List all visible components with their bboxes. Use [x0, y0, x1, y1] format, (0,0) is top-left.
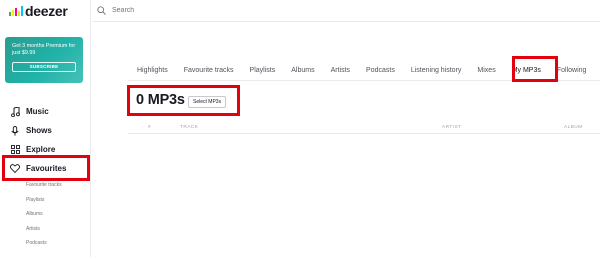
table-header: # TRACK ARTIST ALBUM — [128, 122, 600, 134]
promo-text: Get 3 months Premium for just $9.99 — [12, 43, 76, 56]
search-icon[interactable] — [97, 2, 106, 20]
column-album[interactable]: ALBUM — [564, 125, 583, 130]
nav-item-music[interactable]: Music — [0, 102, 91, 121]
sidebar: deezer Get 3 months Premium for just $9.… — [0, 0, 91, 257]
tab-playlists[interactable]: Playlists — [250, 67, 276, 74]
column-number: # — [148, 125, 152, 130]
search-input[interactable] — [112, 7, 312, 14]
column-track[interactable]: TRACK — [180, 125, 198, 130]
favourites-highlight — [2, 155, 90, 181]
tab-artists[interactable]: Artists — [331, 67, 350, 74]
nav-label: Explore — [26, 145, 56, 154]
tab-listening-history[interactable]: Listening history — [411, 67, 462, 74]
deezer-logo[interactable]: deezer — [9, 3, 68, 19]
sub-item-albums[interactable]: Albums — [26, 207, 91, 222]
tab-podcasts[interactable]: Podcasts — [366, 67, 395, 74]
title-highlight — [127, 85, 240, 116]
tab-following[interactable]: Following — [557, 67, 587, 74]
microphone-icon — [10, 125, 20, 136]
tab-mixes[interactable]: Mixes — [477, 67, 495, 74]
logo-bars-icon — [9, 6, 23, 16]
tab-highlights[interactable]: Highlights — [137, 67, 168, 74]
my-mp3s-highlight — [512, 56, 558, 82]
sub-item-podcasts[interactable]: Podcasts — [26, 236, 91, 251]
nav-label: Music — [26, 107, 49, 116]
subscribe-button[interactable]: SUBSCRIBE — [12, 62, 76, 72]
nav-label: Shows — [26, 126, 52, 135]
sub-item-playlists[interactable]: Playlists — [26, 193, 91, 208]
sub-item-artists[interactable]: Artists — [26, 222, 91, 237]
nav-item-shows[interactable]: Shows — [0, 121, 91, 140]
top-bar — [92, 0, 600, 22]
favourites-submenu: Favourite tracks Playlists Albums Artist… — [0, 178, 91, 251]
grid-icon — [10, 145, 20, 155]
music-note-icon — [10, 106, 20, 117]
tab-albums[interactable]: Albums — [291, 67, 314, 74]
column-artist[interactable]: ARTIST — [442, 125, 461, 130]
brand-name: deezer — [25, 3, 68, 19]
premium-promo-card: Get 3 months Premium for just $9.99 SUBS… — [5, 37, 83, 83]
tab-favourite-tracks[interactable]: Favourite tracks — [184, 67, 234, 74]
